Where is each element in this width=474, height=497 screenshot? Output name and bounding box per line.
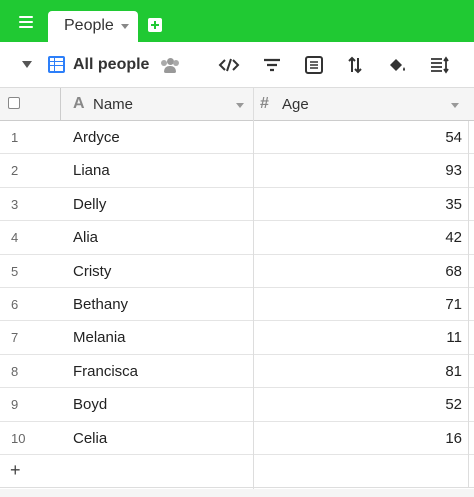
row-number: 9	[11, 397, 19, 413]
table-row[interactable]: 4 Alia 42	[0, 221, 474, 255]
tab-label: People	[64, 17, 114, 34]
column-divider	[253, 88, 254, 497]
table-row[interactable]: 5 Cristy 68	[0, 255, 474, 288]
age-cell[interactable]: 81	[445, 363, 462, 380]
chevron-down-icon[interactable]	[236, 103, 244, 108]
age-cell[interactable]: 16	[445, 430, 462, 447]
table-body: 1 Ardyce 54 2 Liana 93 3 Delly 35 4 Alia 42 5 Cri…	[0, 121, 474, 455]
age-cell[interactable]: 42	[445, 229, 462, 246]
add-row-button[interactable]: +	[0, 455, 474, 488]
view-bar: All people	[0, 42, 474, 88]
name-cell[interactable]: Alia	[73, 229, 98, 246]
color-icon[interactable]	[386, 54, 408, 76]
name-cell[interactable]: Delly	[73, 196, 106, 213]
column-divider	[468, 121, 469, 488]
hamburger-menu-icon[interactable]	[14, 11, 40, 33]
name-cell[interactable]: Liana	[73, 162, 110, 179]
name-cell[interactable]: Melania	[73, 329, 126, 346]
number-field-type-icon: #	[260, 95, 269, 112]
table-row[interactable]: 8 Francisca 81	[0, 355, 474, 389]
name-cell[interactable]: Ardyce	[73, 129, 120, 146]
text-field-type-icon: A	[73, 95, 85, 112]
age-cell[interactable]: 11	[446, 329, 462, 346]
row-number: 1	[11, 130, 19, 145]
grid-footer	[0, 489, 474, 497]
row-number: 8	[11, 363, 19, 379]
add-table-icon[interactable]	[148, 18, 162, 32]
table-row[interactable]: 9 Boyd 52	[0, 388, 474, 422]
age-cell[interactable]: 54	[445, 129, 462, 146]
column-header-age[interactable]: Age	[282, 96, 309, 113]
row-height-icon[interactable]	[428, 54, 450, 76]
name-cell[interactable]: Bethany	[73, 296, 128, 313]
age-cell[interactable]: 35	[445, 196, 462, 213]
column-header-name[interactable]: Name	[93, 96, 133, 113]
chevron-down-icon[interactable]	[121, 24, 129, 29]
view-menu-caret-icon[interactable]	[22, 61, 32, 68]
table-row[interactable]: 1 Ardyce 54	[0, 121, 474, 155]
filter-icon[interactable]	[261, 54, 283, 76]
name-cell[interactable]: Cristy	[73, 263, 111, 280]
age-cell[interactable]: 52	[445, 396, 462, 413]
age-cell[interactable]: 93	[445, 162, 462, 179]
table-row[interactable]: 2 Liana 93	[0, 154, 474, 188]
table-row[interactable]: 10 Celia 16	[0, 422, 474, 455]
age-cell[interactable]: 71	[445, 296, 462, 313]
age-cell[interactable]: 68	[445, 263, 462, 280]
people-icon[interactable]	[160, 57, 180, 73]
group-icon[interactable]	[303, 54, 325, 76]
name-cell[interactable]: Celia	[73, 430, 107, 447]
table-row[interactable]: 6 Bethany 71	[0, 288, 474, 322]
grid-view-icon	[48, 56, 65, 73]
row-number: 6	[11, 296, 19, 312]
plus-icon: +	[10, 460, 21, 480]
row-number: 4	[11, 230, 19, 246]
top-bar: People	[0, 0, 474, 42]
row-number: 2	[11, 163, 19, 179]
row-number: 10	[11, 430, 26, 446]
row-number: 3	[11, 196, 19, 212]
sort-icon[interactable]	[344, 54, 366, 76]
chevron-down-icon[interactable]	[451, 103, 459, 108]
select-all-checkbox[interactable]	[8, 97, 20, 109]
name-cell[interactable]: Francisca	[73, 363, 138, 380]
table-row[interactable]: 7 Melania 11	[0, 321, 474, 355]
table-row[interactable]: 3 Delly 35	[0, 188, 474, 222]
embed-icon[interactable]	[218, 54, 240, 76]
row-number: 7	[11, 330, 19, 346]
name-cell[interactable]: Boyd	[73, 396, 107, 413]
view-name[interactable]: All people	[73, 56, 149, 74]
row-number: 5	[11, 263, 19, 279]
tab-people[interactable]: People	[48, 11, 138, 42]
